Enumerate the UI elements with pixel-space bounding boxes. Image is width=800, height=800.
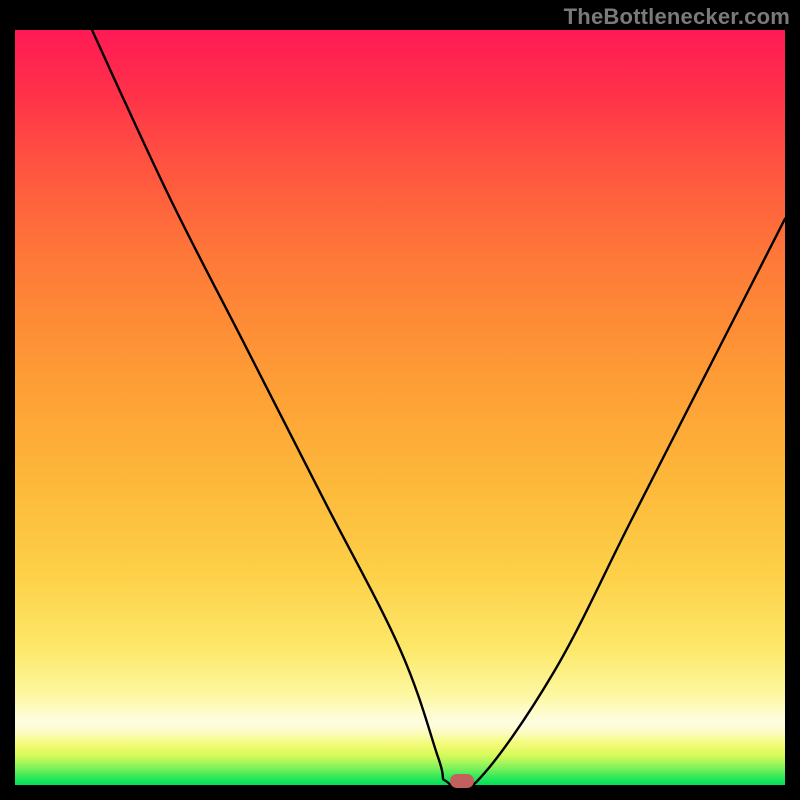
bottleneck-curve — [92, 30, 785, 785]
chart-frame: TheBottlenecker.com — [0, 0, 800, 800]
plot-area — [15, 30, 785, 785]
curve-svg — [15, 30, 785, 785]
optimum-marker — [450, 774, 474, 788]
watermark-label: TheBottlenecker.com — [564, 4, 790, 30]
